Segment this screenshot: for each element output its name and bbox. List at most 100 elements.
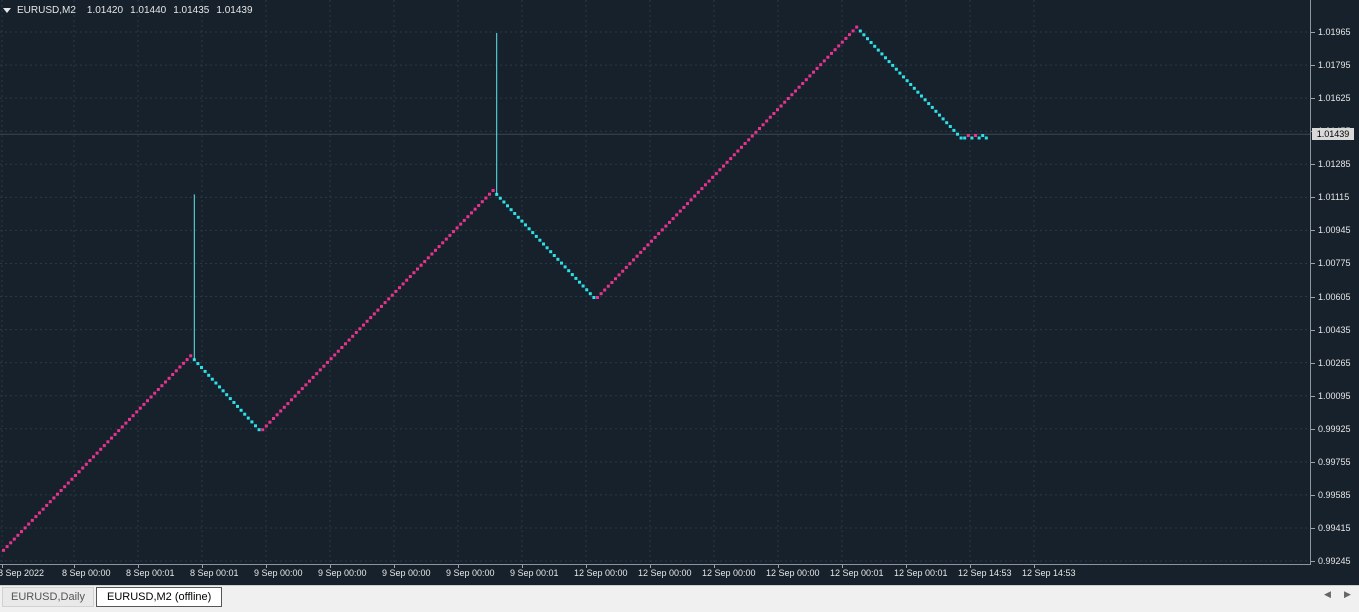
bull-box — [617, 273, 621, 277]
bull-box — [362, 323, 365, 327]
bull-box — [293, 394, 297, 398]
renko-box — [977, 136, 981, 140]
bull-box — [754, 130, 758, 134]
time-tick — [970, 565, 971, 568]
bear-box — [923, 98, 927, 102]
bull-box — [347, 338, 351, 342]
bear-box — [934, 109, 938, 113]
bear-box — [948, 125, 952, 128]
bear-box — [221, 389, 225, 393]
collapse-triangle-icon[interactable] — [3, 7, 11, 13]
time-tick — [458, 565, 459, 568]
bear-box — [920, 94, 923, 98]
bear-box — [902, 75, 905, 79]
bear-box — [959, 136, 963, 140]
bull-box — [30, 518, 34, 522]
bear-box — [592, 296, 596, 299]
bull-box — [768, 115, 772, 119]
bull-box — [732, 153, 736, 157]
bear-box — [930, 105, 934, 109]
bull-box — [596, 296, 599, 299]
bull-box — [412, 271, 416, 275]
bull-box — [84, 462, 88, 466]
bull-box — [718, 168, 722, 172]
bull-box — [264, 424, 268, 428]
bull-box — [826, 55, 830, 59]
bull-box — [700, 187, 704, 191]
bull-box — [441, 241, 445, 245]
time-tick-label: 8 Sep 00:00 — [62, 568, 111, 578]
time-tick-label: 8 Sep 00:01 — [126, 568, 175, 578]
time-tick — [906, 565, 907, 568]
bull-box — [383, 301, 387, 305]
chart-window[interactable]: EURUSD,M2 1.01420 1.01440 1.01435 1.0143… — [0, 0, 1359, 585]
tab-eurusd-daily[interactable]: EURUSD,Daily — [2, 587, 94, 607]
time-tick-label: 9 Sep 00:00 — [254, 568, 303, 578]
open-value: 1.01420 — [86, 4, 124, 16]
price-plot[interactable] — [0, 0, 1311, 565]
scroll-left-icon[interactable]: ◀ — [1324, 589, 1331, 600]
price-tick-label: 1.01285 — [1318, 159, 1351, 170]
time-tick — [2, 565, 3, 568]
bull-box — [776, 108, 779, 112]
bull-box — [333, 353, 337, 357]
bull-box — [801, 82, 805, 85]
bull-box — [455, 226, 459, 230]
bear-box — [941, 117, 945, 121]
bull-box — [808, 74, 812, 78]
bull-box — [653, 235, 657, 239]
tab-eurusd-m2-offline[interactable]: EURUSD,M2 (offline) — [96, 587, 223, 607]
price-tick-label: 0.99925 — [1318, 423, 1351, 434]
bull-box — [761, 123, 765, 127]
bull-box — [27, 522, 31, 526]
bull-box — [725, 160, 729, 164]
bull-box — [603, 288, 607, 292]
bear-box — [506, 204, 509, 208]
bull-box — [336, 349, 340, 353]
bull-box — [599, 292, 603, 296]
bull-box — [711, 175, 715, 179]
bull-box — [632, 258, 635, 262]
bull-box — [308, 379, 311, 383]
bear-box — [243, 412, 247, 416]
bear-box — [513, 212, 517, 215]
bull-box — [678, 209, 682, 213]
price-axis[interactable]: 1.019651.017951.016251.014551.012851.011… — [1311, 0, 1359, 566]
bull-box — [88, 459, 92, 462]
bear-box — [891, 63, 895, 67]
close-value: 1.01439 — [216, 4, 253, 16]
bull-box — [646, 243, 650, 247]
time-axis[interactable]: 8 Sep 2022 8 Sep 00:00 8 Sep 00:01 8 Sep 00… — [0, 565, 1311, 585]
bull-box — [668, 220, 671, 224]
price-tick — [1311, 395, 1315, 397]
bull-box — [56, 492, 59, 496]
bull-box — [416, 267, 419, 271]
bull-box — [95, 451, 99, 455]
bear-box — [869, 41, 873, 44]
bull-box — [459, 222, 463, 226]
bull-box — [747, 138, 751, 142]
bull-box — [142, 402, 146, 406]
bull-box — [135, 410, 139, 414]
symbol-header: EURUSD,M2 1.01420 1.01440 1.01435 1.0143… — [3, 3, 253, 17]
bear-box — [254, 424, 257, 428]
scroll-right-icon[interactable]: ▶ — [1344, 589, 1351, 600]
time-tick-label: 12 Sep 00:01 — [830, 568, 884, 578]
bull-box — [74, 474, 77, 477]
bull-box — [2, 548, 5, 552]
price-tick — [1311, 164, 1315, 166]
bull-box — [365, 319, 369, 323]
bull-box — [66, 481, 70, 485]
bear-box — [570, 273, 574, 277]
bull-box — [830, 51, 833, 55]
bull-box — [660, 228, 664, 232]
bull-box — [765, 119, 769, 123]
bull-box — [758, 127, 761, 130]
price-tick — [1311, 32, 1315, 33]
bull-box — [70, 477, 74, 481]
bear-box — [887, 60, 891, 64]
bull-box — [833, 48, 837, 52]
bull-box — [156, 388, 160, 391]
bull-box — [844, 36, 848, 40]
price-tick-label: 0.99585 — [1318, 489, 1351, 500]
